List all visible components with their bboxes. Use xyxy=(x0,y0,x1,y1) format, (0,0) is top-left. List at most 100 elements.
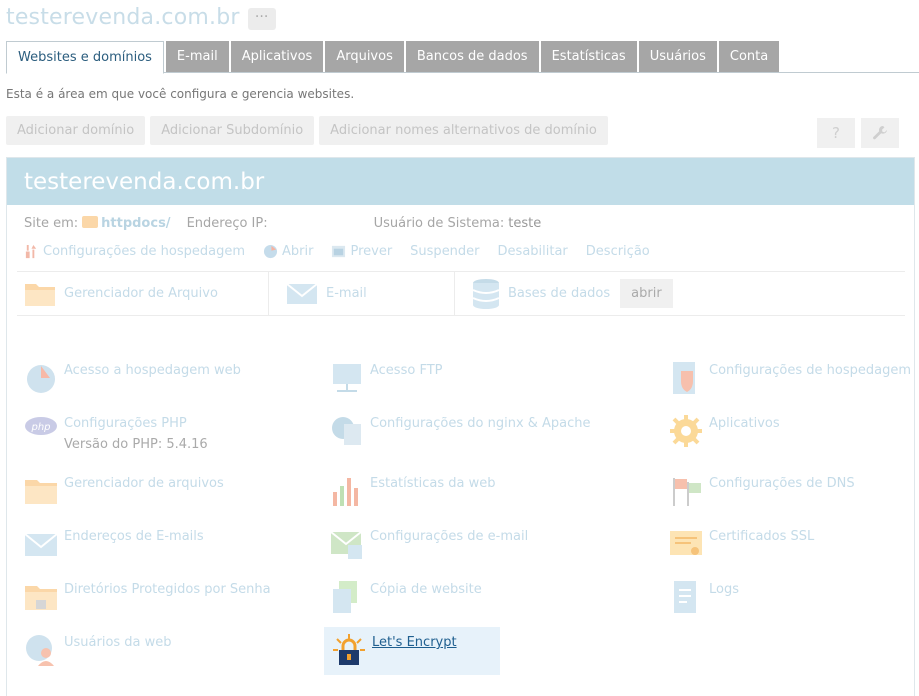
domain-header: testerevenda.com.br ··· xyxy=(6,2,276,32)
quick-email-label: E-mail xyxy=(326,286,367,301)
more-button[interactable]: ··· xyxy=(247,8,276,30)
preview-link[interactable]: Prever xyxy=(331,244,392,259)
feature-mail-settings[interactable]: Configurações de e-mail xyxy=(330,529,528,561)
feature-file-manager[interactable]: Gerenciador de arquivos xyxy=(24,476,224,508)
tab-websites[interactable]: Websites e domínios xyxy=(6,41,164,74)
description-link[interactable]: Descrição xyxy=(586,244,650,259)
feature-label: Acesso FTP xyxy=(370,363,443,378)
help-button[interactable]: ? xyxy=(817,118,855,148)
feature-label: Aplicativos xyxy=(709,416,780,431)
feature-label: Configurações de DNS xyxy=(709,476,855,491)
hosting-settings-label: Configurações de hospedagem xyxy=(43,244,245,259)
description-label: Descrição xyxy=(585,244,650,259)
feature-php-settings[interactable]: php Configurações PHP Versão do PHP: 5.4… xyxy=(24,416,208,452)
suspend-link[interactable]: Suspender xyxy=(410,244,479,259)
lets-encrypt-icon xyxy=(333,634,365,665)
gear-icon xyxy=(670,415,702,447)
feature-logs[interactable]: Logs xyxy=(669,581,739,614)
open-label: Abrir xyxy=(282,244,314,259)
feature-lets-encrypt[interactable]: Let's Encrypt xyxy=(324,627,500,675)
tab-account[interactable]: Conta xyxy=(718,41,780,72)
globe-icon xyxy=(27,365,55,393)
tab-files[interactable]: Arquivos xyxy=(325,41,404,72)
domain-actions: Configurações de hospedagem Abrir Prever… xyxy=(24,244,650,259)
feature-label: Configurações do nginx & Apache xyxy=(370,416,591,431)
feature-web-statistics[interactable]: Estatísticas da web xyxy=(330,476,496,508)
quick-databases[interactable]: Bases de dados abrir xyxy=(455,272,673,315)
log-file-icon xyxy=(674,581,696,613)
panel-title: testerevenda.com.br xyxy=(24,168,265,195)
feature-label: Configurações PHP xyxy=(64,416,187,431)
feature-label: Logs xyxy=(709,582,739,597)
quick-databases-label: Bases de dados xyxy=(508,286,611,301)
copy-icon xyxy=(333,581,357,613)
open-databases-button[interactable]: abrir xyxy=(620,279,673,308)
feature-web-hosting-access[interactable]: Acesso a hospedagem web xyxy=(24,363,241,395)
tools-button[interactable] xyxy=(861,118,899,148)
httpdocs-link[interactable]: httpdocs/ xyxy=(101,216,170,231)
envelope-icon xyxy=(24,533,58,556)
ftp-icon xyxy=(333,364,361,392)
feature-label: Configurações de hospedagem xyxy=(709,363,911,378)
web-user-icon xyxy=(26,635,54,666)
add-subdomain-button[interactable]: Adicionar Subdomínio xyxy=(150,116,315,145)
hosting-settings-link[interactable]: Configurações de hospedagem xyxy=(24,244,245,259)
folder-icon xyxy=(82,216,99,228)
wrench-icon xyxy=(873,126,887,140)
feature-applications[interactable]: Aplicativos xyxy=(669,415,780,448)
tab-databases[interactable]: Bancos de dados xyxy=(405,41,539,72)
feature-label: Certificados SSL xyxy=(709,529,815,544)
feature-dns-settings[interactable]: Configurações de DNS xyxy=(669,476,855,508)
certificate-icon xyxy=(670,531,702,555)
bar-chart-icon xyxy=(333,478,358,506)
toolbar: Adicionar domínio Adicionar Subdomínio A… xyxy=(6,116,608,145)
hosting-settings-icon xyxy=(673,362,695,394)
feature-label: Gerenciador de arquivos xyxy=(64,476,224,491)
domain-panel: testerevenda.com.br Site em: httpdocs/ E… xyxy=(6,157,915,696)
tab-email[interactable]: E-mail xyxy=(165,41,229,72)
feature-label: Estatísticas da web xyxy=(370,476,496,491)
help-icon: ? xyxy=(832,124,840,142)
add-domain-button[interactable]: Adicionar domínio xyxy=(6,116,146,145)
database-icon xyxy=(472,278,500,309)
php-icon: php xyxy=(25,417,57,435)
feature-ftp-access[interactable]: Acesso FTP xyxy=(330,363,442,395)
open-link[interactable]: Abrir xyxy=(263,244,313,259)
feature-website-copy[interactable]: Cópia de website xyxy=(330,581,482,614)
site-label: Site em: xyxy=(24,216,79,231)
globe-icon xyxy=(263,244,278,259)
tab-applications[interactable]: Aplicativos xyxy=(230,41,324,72)
feature-web-users[interactable]: Usuários da web xyxy=(24,635,172,667)
suspend-label: Suspender xyxy=(410,244,480,259)
feature-hosting-settings[interactable]: Configurações de hospedagem xyxy=(669,362,911,395)
quick-file-manager-label: Gerenciador de Arquivo xyxy=(64,286,218,301)
feature-label: Endereços de E-mails xyxy=(64,529,204,544)
disable-label: Desabilitar xyxy=(497,244,568,259)
panel-header: testerevenda.com.br xyxy=(7,158,914,205)
system-user-label: Usuário de Sistema: xyxy=(373,216,505,231)
feature-label: Cópia de website xyxy=(370,582,482,597)
feature-label: Acesso a hospedagem web xyxy=(64,363,241,378)
feature-protected-directories[interactable]: Diretórios Protegidos por Senha xyxy=(24,582,271,614)
quick-file-manager[interactable]: Gerenciador de Arquivo xyxy=(17,272,269,315)
quick-email[interactable]: E-mail xyxy=(269,272,455,315)
quick-access-bar: Gerenciador de Arquivo E-mail Bases de d… xyxy=(17,271,905,316)
feature-email-addresses[interactable]: Endereços de E-mails xyxy=(24,529,204,561)
envelope-icon xyxy=(286,282,318,304)
domain-title: testerevenda.com.br xyxy=(6,4,240,30)
dns-flags-icon xyxy=(673,478,701,506)
disable-link[interactable]: Desabilitar xyxy=(498,244,568,259)
feature-label: Diretórios Protegidos por Senha xyxy=(64,582,271,597)
mail-settings-icon xyxy=(330,531,362,559)
tab-statistics[interactable]: Estatísticas xyxy=(540,41,637,72)
feature-label: Configurações de e-mail xyxy=(370,529,529,544)
add-alias-button[interactable]: Adicionar nomes alternativos de domínio xyxy=(319,116,608,145)
feature-label: Let's Encrypt xyxy=(372,635,457,650)
preview-icon xyxy=(332,245,346,258)
feature-label: Usuários da web xyxy=(64,635,172,650)
web-server-icon xyxy=(332,417,361,445)
feature-ssl-certificates[interactable]: Certificados SSL xyxy=(669,529,814,561)
tab-users[interactable]: Usuários xyxy=(638,41,717,72)
feature-nginx-apache[interactable]: Configurações do nginx & Apache xyxy=(330,416,591,448)
tools-icon xyxy=(25,244,37,259)
